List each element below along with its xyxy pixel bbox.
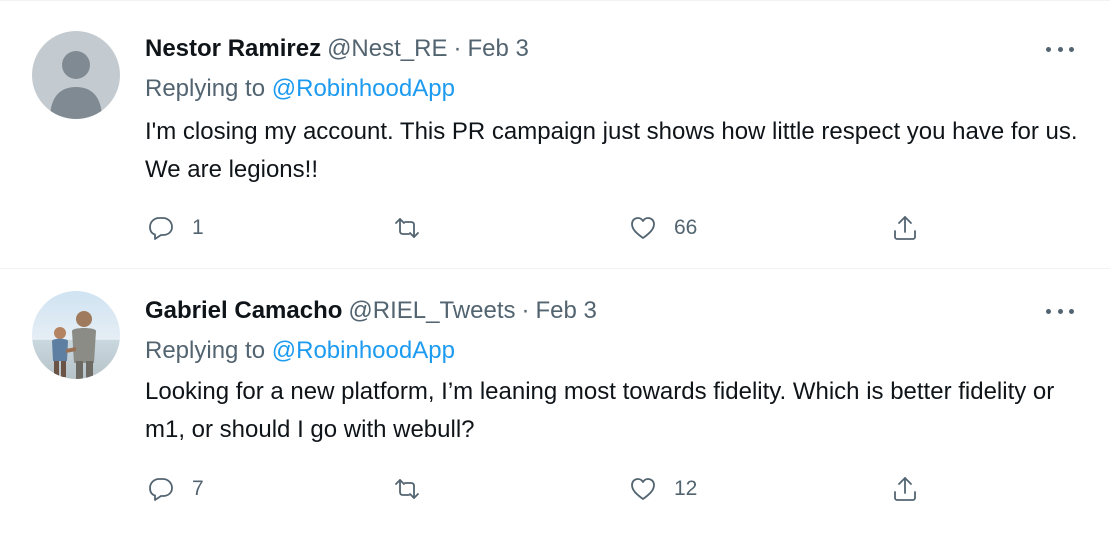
separator: ·: [521, 297, 530, 324]
reply-button[interactable]: 7: [146, 469, 204, 509]
dot: [1057, 308, 1063, 314]
reply-count: 1: [192, 216, 204, 239]
replying-to: Replying to @RobinhoodApp: [145, 75, 455, 103]
display-name[interactable]: Nestor Ramirez: [145, 35, 321, 63]
tweet-actions: 7 12: [0, 469, 1110, 509]
dot: [1046, 46, 1051, 52]
avatar[interactable]: [32, 31, 120, 119]
separator: ·: [453, 35, 462, 62]
tweet-text: I'm closing my account. This PR campaign…: [145, 118, 1078, 183]
like-button[interactable]: 66: [628, 208, 697, 248]
reply-icon: [149, 478, 173, 501]
like-count: 66: [674, 216, 698, 239]
profile-photo: [32, 291, 120, 379]
reply-feed: Nestor Ramirez @Nest_RE · Feb 3 Replying…: [0, 0, 1110, 542]
tweet[interactable]: Gabriel Camacho @RIEL_Tweets · Feb 3 Rep…: [0, 268, 1110, 543]
tweet-actions: 1 66: [0, 208, 1110, 248]
dot: [1046, 308, 1051, 314]
share-button[interactable]: [890, 469, 920, 509]
retweet-icon: [395, 218, 419, 238]
tweet-header: Gabriel Camacho @RIEL_Tweets · Feb 3: [145, 295, 597, 327]
more-options-icon[interactable]: [1046, 39, 1074, 59]
share-button[interactable]: [890, 208, 920, 248]
dot: [1069, 308, 1074, 314]
replying-to-label: Replying to: [145, 75, 272, 102]
dot: [1057, 46, 1063, 52]
retweet-button[interactable]: [392, 208, 438, 248]
tweet[interactable]: Nestor Ramirez @Nest_RE · Feb 3 Replying…: [0, 0, 1110, 269]
tweet-date[interactable]: Feb 3: [467, 35, 528, 63]
replying-to: Replying to @RobinhoodApp: [145, 337, 455, 365]
heart-icon: [631, 478, 655, 500]
retweet-button[interactable]: [392, 469, 438, 509]
reply-count: 7: [192, 477, 204, 500]
tweet-date[interactable]: Feb 3: [536, 297, 597, 325]
replying-to-link[interactable]: @RobinhoodApp: [272, 337, 455, 364]
default-profile-icon: [32, 31, 120, 119]
like-count: 12: [674, 477, 698, 500]
reply-button[interactable]: 1: [146, 208, 204, 248]
like-button[interactable]: 12: [628, 469, 697, 509]
tweet-text: Looking for a new platform, I’m leaning …: [145, 378, 1055, 443]
replying-to-link[interactable]: @RobinhoodApp: [272, 75, 455, 102]
retweet-icon: [395, 479, 419, 499]
more-options-icon[interactable]: [1046, 301, 1074, 321]
display-name[interactable]: Gabriel Camacho: [145, 297, 342, 325]
heart-icon: [631, 217, 655, 239]
user-handle[interactable]: @Nest_RE: [327, 35, 447, 63]
user-handle[interactable]: @RIEL_Tweets: [348, 297, 515, 325]
tweet-header: Nestor Ramirez @Nest_RE · Feb 3: [145, 33, 529, 65]
share-icon: [894, 477, 916, 501]
share-icon: [894, 216, 916, 240]
reply-icon: [149, 217, 173, 240]
replying-to-label: Replying to: [145, 337, 272, 364]
dot: [1069, 46, 1074, 52]
avatar[interactable]: [32, 291, 120, 379]
